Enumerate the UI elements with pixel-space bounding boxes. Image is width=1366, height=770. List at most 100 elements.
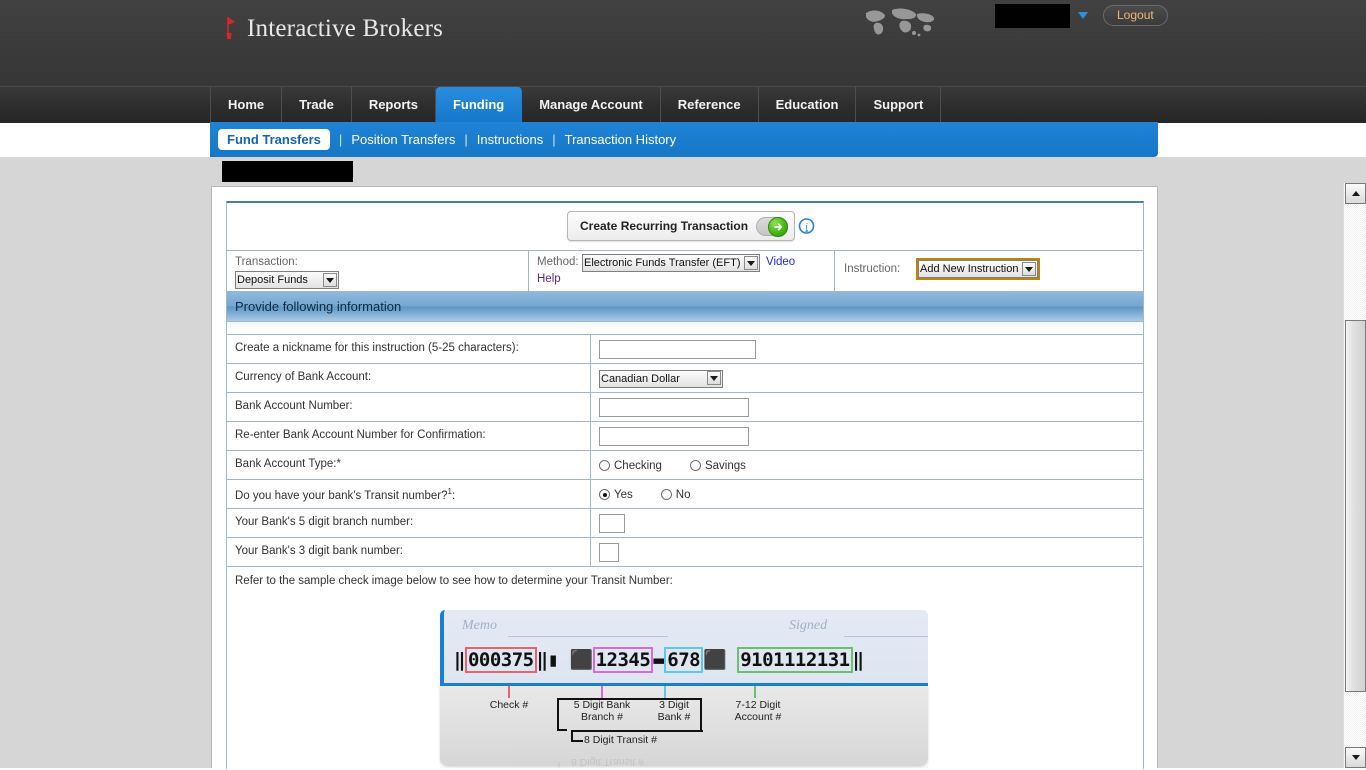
green-arrow-toggle-icon[interactable] <box>756 216 789 237</box>
section-spacer <box>227 322 1143 335</box>
form-label-transit-question: Do you have your bank's Transit number?1… <box>227 480 591 508</box>
scrollbar-thumb[interactable] <box>1345 320 1366 692</box>
check-transit-bracket-bottom <box>571 730 703 732</box>
instruction-select[interactable]: Add New Instruction <box>918 260 1038 278</box>
check-legend-account-line1: 7-12 Digit <box>735 699 781 711</box>
subnav-item-instructions[interactable]: Instructions <box>477 132 543 147</box>
subnav-item-position-transfers[interactable]: Position Transfers <box>351 132 455 147</box>
chevron-down-icon[interactable] <box>1078 12 1088 19</box>
radio-label-yes: Yes <box>614 488 633 501</box>
scroll-up-arrow-icon[interactable] <box>1345 183 1366 204</box>
nav-item-funding[interactable]: Funding <box>435 87 523 123</box>
transaction-label: Transaction: <box>235 256 298 268</box>
instruction-label: Instruction: <box>844 263 901 275</box>
subnav-item-fund-transfers[interactable]: Fund Transfers <box>218 129 330 150</box>
bank-account-number-input[interactable] <box>599 398 749 417</box>
subnav-separator-3: | <box>552 132 556 147</box>
form-label-currency: Currency of Bank Account: <box>227 364 591 392</box>
nav-item-reports[interactable]: Reports <box>352 87 436 123</box>
info-circle-icon[interactable]: i <box>798 218 815 235</box>
micr-check-number: 000375 <box>464 647 537 673</box>
nav-item-reference[interactable]: Reference <box>661 87 759 123</box>
nav-item-home[interactable]: Home <box>210 87 283 123</box>
create-recurring-transaction-label: Create Recurring Transaction <box>580 219 749 233</box>
form-label-account-number-confirm: Re-enter Bank Account Number for Confirm… <box>227 422 591 450</box>
currency-select-wrap[interactable]: Canadian Dollar <box>599 369 723 388</box>
nav-item-education[interactable]: Education <box>759 87 857 123</box>
sub-navigation: Fund Transfers | Position Transfers | In… <box>210 122 1158 157</box>
form-label-branch-number: Your Bank's 5 digit branch number: <box>227 509 591 537</box>
radio-savings[interactable] <box>689 460 701 471</box>
page-background-left <box>0 157 211 768</box>
form-label-bank-number: Your Bank's 3 digit bank number: <box>227 538 591 566</box>
nav-item-list: Home Trade Reports Funding Manage Accoun… <box>210 87 942 123</box>
recurring-transaction-row: Create Recurring Transaction i <box>227 203 1143 251</box>
check-legend-account-line2: Account # <box>734 711 782 723</box>
method-label: Method: <box>537 256 579 268</box>
radio-checking[interactable] <box>599 460 610 471</box>
form-row-account-number: Bank Account Number: <box>227 393 1143 422</box>
transaction-cell: Transaction: Deposit Funds <box>227 251 529 292</box>
form-label-account-number: Bank Account Number: <box>227 393 591 421</box>
transaction-select-wrap[interactable]: Deposit Funds <box>235 271 339 289</box>
account-title-redacted <box>222 161 353 182</box>
form-label-nickname: Create a nickname for this instruction (… <box>227 335 591 363</box>
micr-branch-number: 12345 <box>592 647 654 673</box>
form-row-account-type: Bank Account Type:* Checking Savings <box>227 451 1143 480</box>
subnav-separator-2: | <box>464 132 468 147</box>
page-background-right <box>1158 157 1343 768</box>
check-reflection-transit-label: 8 Digit Transit # <box>571 756 644 768</box>
nickname-input[interactable] <box>599 340 756 359</box>
method-select[interactable]: Electronic Funds Transfer (EFT) <box>582 254 760 272</box>
branch-number-input[interactable] <box>599 514 625 533</box>
nav-item-trade[interactable]: Trade <box>282 87 352 123</box>
micr-bank-number: 678 <box>664 647 704 673</box>
check-tick-account <box>754 686 756 698</box>
form-row-currency: Currency of Bank Account: Canadian Dolla… <box>227 364 1143 393</box>
brand-logo[interactable]: Interactive Brokers <box>224 14 443 44</box>
top-header-bar: Interactive Brokers Logout <box>0 0 1366 86</box>
main-navigation: Home Trade Reports Funding Manage Accoun… <box>0 86 1366 123</box>
radio-label-no: No <box>675 488 691 501</box>
bank-account-number-confirm-input[interactable] <box>599 427 749 446</box>
instruction-select-wrap[interactable]: Add New Instruction <box>916 258 1040 280</box>
check-tick-bank <box>664 686 666 698</box>
micr-transit-open-symbol: ⬛ <box>569 649 593 671</box>
micr-after-check-symbol: ‖▮ <box>536 649 559 671</box>
scroll-down-arrow-icon[interactable] <box>1345 747 1366 768</box>
check-memo-line <box>508 636 668 637</box>
nav-item-support[interactable]: Support <box>856 87 942 123</box>
video-link[interactable]: Video <box>766 256 795 268</box>
world-map-icon <box>862 5 940 39</box>
form-label-account-type: Bank Account Type:* <box>227 451 591 479</box>
instruction-cell: Instruction: Add New Instruction <box>835 251 1143 292</box>
help-link[interactable]: Help <box>537 273 561 285</box>
transit-question-text: Do you have your bank's Transit number? <box>235 489 448 502</box>
check-reflection-bracket-drop <box>558 762 560 768</box>
micr-dash-symbol: ▬ <box>653 649 665 671</box>
check-tick-branch <box>601 686 603 698</box>
radio-transit-no[interactable] <box>660 489 672 500</box>
method-select-wrap[interactable]: Electronic Funds Transfer (EFT) <box>582 254 760 272</box>
subnav-item-transaction-history[interactable]: Transaction History <box>565 132 677 147</box>
form-row-branch-number: Your Bank's 5 digit branch number: <box>227 509 1143 538</box>
check-transit-bracket-spacer <box>557 729 559 731</box>
vertical-scrollbar[interactable] <box>1343 183 1366 768</box>
form-row-nickname: Create a nickname for this instruction (… <box>227 335 1143 364</box>
currency-select[interactable]: Canadian Dollar <box>599 370 723 388</box>
check-tick-check <box>508 686 510 698</box>
form-row-account-number-confirm: Re-enter Bank Account Number for Confirm… <box>227 422 1143 451</box>
check-transit-bracket-top <box>557 698 702 730</box>
check-memo-label: Memo <box>462 618 497 633</box>
transaction-select[interactable]: Deposit Funds <box>235 271 339 289</box>
transit-question-suffix: : <box>451 489 456 502</box>
check-body: Memo Signed ‖ 000375 ‖▮ ⬛ 12345 ▬ 678 ⬛ 910111… <box>440 610 928 686</box>
check-sample-intro: Refer to the sample check image below to… <box>235 575 673 587</box>
account-selector-redacted[interactable] <box>995 4 1070 28</box>
micr-open-symbol: ‖ <box>454 649 465 671</box>
radio-transit-yes[interactable] <box>599 489 610 500</box>
nav-item-manage-account[interactable]: Manage Account <box>522 87 661 123</box>
bank-number-input[interactable] <box>599 543 619 562</box>
create-recurring-transaction-button[interactable]: Create Recurring Transaction <box>567 211 796 241</box>
logout-button[interactable]: Logout <box>1103 5 1168 26</box>
